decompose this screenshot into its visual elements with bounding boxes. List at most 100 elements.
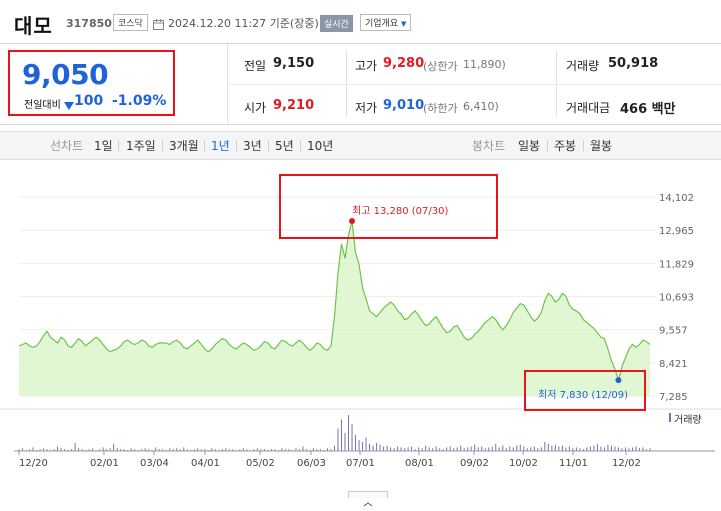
volume-bar	[568, 446, 570, 451]
period-5y[interactable]: 5년	[275, 137, 294, 154]
max-highlight-box	[279, 174, 498, 239]
volume-bar	[337, 428, 339, 451]
volume-bar	[565, 447, 567, 451]
volume-bar	[74, 442, 76, 451]
volume-bar	[183, 447, 185, 451]
volume-bar	[369, 443, 371, 451]
volume-bar	[460, 445, 462, 451]
volume-bar	[383, 446, 385, 451]
volume-bar	[407, 447, 409, 451]
company-info-dropdown[interactable]: 기업개요 ▼	[360, 14, 412, 31]
volume-bar	[589, 446, 591, 451]
trade-amount-value: 466 백만	[620, 102, 676, 117]
x-tick-label: 12/02	[612, 458, 641, 469]
low-value: 9,010	[383, 98, 425, 113]
volume-bar	[624, 447, 626, 451]
period-10y[interactable]: 10년	[307, 137, 333, 154]
upper-limit-label: (상한가	[423, 60, 458, 73]
volume-bar	[474, 444, 476, 451]
volume-bar	[530, 447, 532, 451]
realtime-badge[interactable]: 실시간	[320, 15, 353, 32]
lower-limit-value: 6,410)	[463, 100, 499, 113]
volume-bar	[603, 447, 605, 451]
volume-bar	[456, 447, 458, 451]
toolbar-divider	[118, 140, 119, 151]
toolbar-divider	[268, 140, 269, 151]
volume-bar	[495, 443, 497, 451]
volume-bar	[425, 445, 427, 451]
x-tick-label: 08/01	[405, 458, 434, 469]
volume-bar	[596, 443, 598, 451]
x-tick-label: 12/20	[19, 458, 48, 469]
candle-daily[interactable]: 일봉	[518, 137, 540, 154]
volume-bar	[302, 446, 304, 451]
volume-bar	[435, 446, 437, 451]
lower-limit-label: (하한가	[423, 102, 458, 115]
period-1d[interactable]: 1일	[94, 137, 113, 154]
toolbar-divider	[300, 140, 301, 151]
volume-bar	[544, 442, 546, 451]
y-tick-label: 7,285	[659, 392, 688, 403]
period-3y[interactable]: 3년	[243, 137, 262, 154]
market-badge: 코스닥	[113, 14, 148, 31]
volume-bar	[614, 446, 616, 451]
calendar-icon	[153, 15, 164, 30]
volume-bar	[561, 445, 563, 451]
candle-chart-label: 봉차트	[472, 139, 506, 153]
volume-label: 거래량	[566, 59, 600, 73]
volume-bar	[446, 447, 448, 451]
volume-bar	[418, 447, 420, 451]
x-tick-label: 07/01	[346, 458, 375, 469]
volume-bar	[488, 447, 490, 451]
volume-bar	[358, 440, 360, 451]
volume-value: 50,918	[608, 56, 659, 71]
x-tick-label: 10/02	[509, 458, 538, 469]
y-tick-label: 14,102	[659, 193, 694, 204]
volume-bar	[481, 446, 483, 451]
volume-bar	[470, 446, 472, 451]
volume-bar	[498, 447, 500, 451]
period-3m[interactable]: 3개월	[169, 137, 199, 154]
volume-bar	[334, 445, 335, 451]
volume-bar	[428, 447, 430, 451]
min-highlight-box	[524, 370, 646, 411]
x-tick-label: 09/02	[460, 458, 489, 469]
x-tick-label: 05/02	[246, 458, 275, 469]
volume-bar	[379, 444, 381, 451]
volume-bar	[631, 447, 633, 451]
high-value: 9,280	[383, 56, 425, 71]
volume-bar	[102, 447, 104, 451]
volume-bar	[519, 444, 521, 451]
volume-bar	[341, 419, 343, 451]
x-tick-label: 11/01	[559, 458, 588, 469]
volume-bar	[467, 447, 469, 451]
y-tick-label: 12,965	[659, 226, 694, 237]
open-value: 9,210	[273, 98, 315, 113]
period-1y[interactable]: 1년	[211, 137, 230, 154]
volume-bar	[551, 445, 553, 451]
candle-weekly[interactable]: 주봉	[554, 137, 576, 154]
y-tick-label: 10,693	[659, 293, 694, 304]
company-info-label: 기업개요	[365, 19, 399, 29]
high-label: 고가	[355, 59, 378, 73]
candle-monthly[interactable]: 월봉	[590, 137, 612, 154]
volume-bar	[586, 447, 588, 451]
volume-bar	[502, 445, 504, 451]
volume-bar	[516, 445, 518, 451]
toolbar-divider	[547, 140, 548, 151]
period-1w[interactable]: 1주일	[126, 137, 156, 154]
quote-datetime: 2024.12.20 11:27 기준(장중)	[168, 17, 319, 30]
volume-bar	[57, 446, 59, 451]
volume-bar	[390, 447, 392, 451]
volume-bar	[512, 447, 514, 451]
volume-bar	[607, 444, 609, 451]
volume-bar	[575, 447, 577, 451]
trade-amount-label: 거래대금	[566, 101, 611, 115]
volume-bar	[113, 443, 115, 451]
volume-bar	[617, 447, 619, 451]
x-tick-label: 04/01	[191, 458, 220, 469]
volume-bar	[491, 446, 493, 451]
low-label: 저가	[355, 101, 378, 115]
volume-bar	[348, 415, 350, 451]
stock-name: 대모	[14, 14, 53, 38]
